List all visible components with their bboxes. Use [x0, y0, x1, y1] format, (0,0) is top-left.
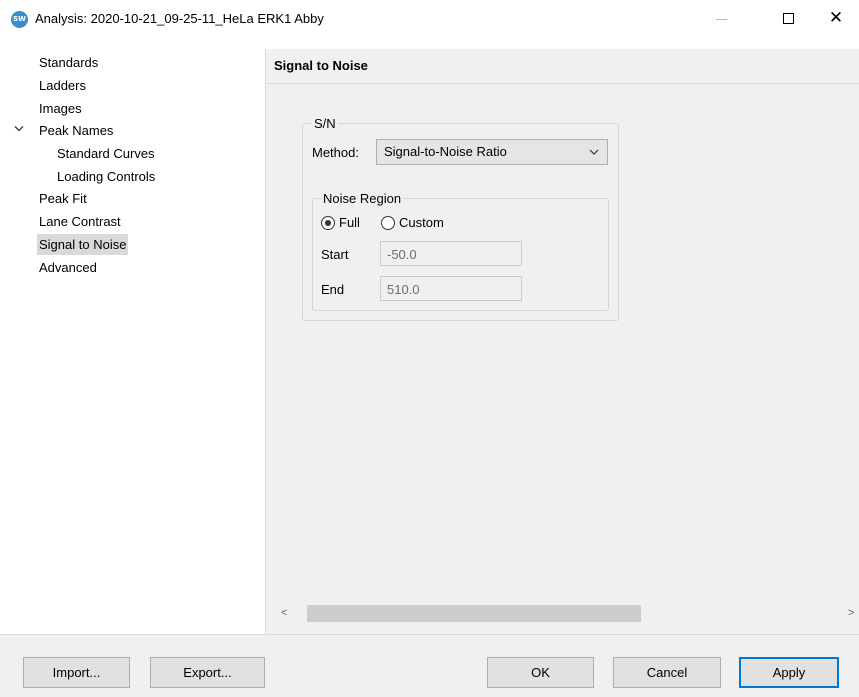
- minimize-icon: [716, 19, 727, 20]
- start-value: -50.0: [387, 247, 417, 262]
- maximize-button[interactable]: [766, 0, 812, 38]
- noise-region-label: Noise Region: [321, 191, 404, 206]
- method-select-value: Signal-to-Noise Ratio: [384, 144, 507, 159]
- sn-group-label: S/N: [312, 116, 338, 131]
- radio-custom-label[interactable]: Custom: [399, 215, 444, 231]
- cancel-button[interactable]: Cancel: [613, 657, 721, 688]
- nav-item-peak-fit[interactable]: Peak Fit: [37, 188, 89, 209]
- app-logo-icon: SW: [11, 11, 28, 28]
- method-label: Method:: [312, 145, 359, 160]
- nav-item-lane-contrast[interactable]: Lane Contrast: [37, 211, 123, 232]
- nav-item-images[interactable]: Images: [37, 98, 84, 119]
- nav-item-peak-names[interactable]: Peak Names: [37, 120, 115, 141]
- button-bar: Import... Export... OK Cancel Apply: [0, 634, 859, 697]
- minimize-button[interactable]: [699, 0, 745, 38]
- nav-item-loading-controls[interactable]: Loading Controls: [55, 166, 157, 187]
- end-value: 510.0: [387, 282, 420, 297]
- radio-full[interactable]: [321, 216, 335, 230]
- nav-item-signal-to-noise[interactable]: Signal to Noise: [37, 234, 129, 255]
- nav-item-standard-curves[interactable]: Standard Curves: [55, 143, 157, 164]
- ok-button[interactable]: OK: [487, 657, 594, 688]
- end-label: End: [321, 282, 345, 297]
- maximize-icon: [783, 13, 794, 24]
- close-button[interactable]: ✕: [813, 0, 859, 38]
- close-icon: ✕: [828, 8, 844, 28]
- nav-item-advanced[interactable]: Advanced: [37, 257, 99, 278]
- nav-item-ladders[interactable]: Ladders: [37, 75, 88, 96]
- start-field[interactable]: -50.0: [380, 241, 522, 266]
- panel-title: Signal to Noise: [274, 58, 368, 73]
- method-select[interactable]: Signal-to-Noise Ratio: [376, 139, 608, 165]
- import-button[interactable]: Import...: [23, 657, 130, 688]
- nav-item-standards[interactable]: Standards: [37, 52, 100, 73]
- settings-panel: Signal to Noise S/N Method: Signal-to-No…: [265, 49, 859, 634]
- export-button[interactable]: Export...: [150, 657, 265, 688]
- scroll-left-icon[interactable]: <: [281, 607, 287, 619]
- end-field[interactable]: 510.0: [380, 276, 522, 301]
- title-bar: SW Analysis: 2020-10-21_09-25-11_HeLa ER…: [0, 0, 859, 38]
- apply-button[interactable]: Apply: [739, 657, 839, 688]
- chevron-down-icon: [589, 149, 599, 155]
- radio-custom[interactable]: [381, 216, 395, 230]
- chevron-down-icon[interactable]: [14, 120, 26, 141]
- horizontal-scrollbar[interactable]: < >: [266, 605, 859, 622]
- settings-nav: Standards Ladders Images Peak Names Stan…: [0, 38, 265, 634]
- scrollbar-thumb[interactable]: [307, 605, 641, 622]
- window-title: Analysis: 2020-10-21_09-25-11_HeLa ERK1 …: [35, 11, 324, 26]
- start-label: Start: [321, 247, 349, 262]
- scroll-right-icon[interactable]: >: [848, 607, 854, 619]
- radio-selected-dot: [325, 220, 331, 226]
- radio-full-label[interactable]: Full: [339, 215, 360, 231]
- panel-header: Signal to Noise: [266, 49, 859, 84]
